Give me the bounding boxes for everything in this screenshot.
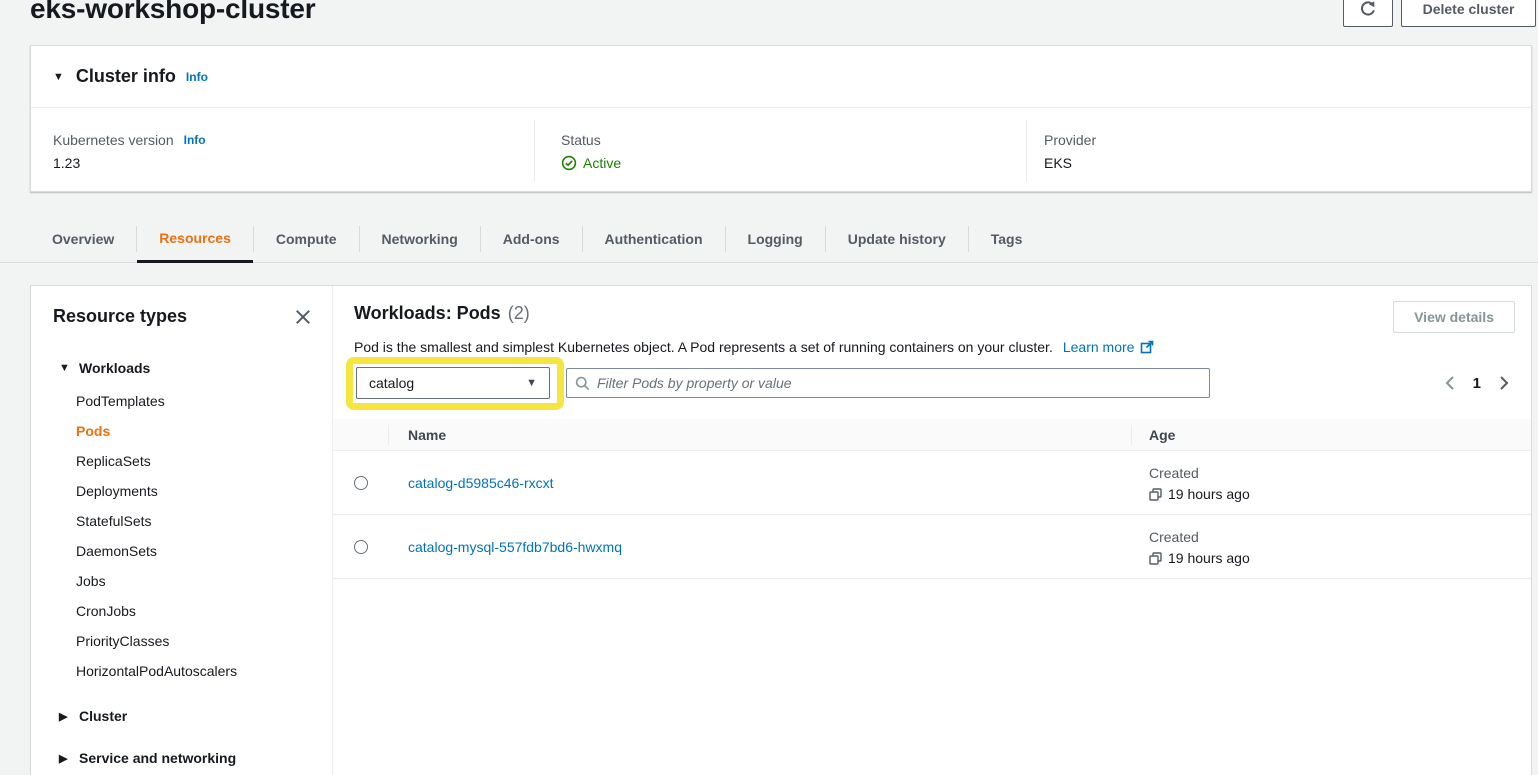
field-kubernetes-version: Kubernetes version Info 1.23 (53, 108, 206, 171)
resource-types-title: Resource types (53, 306, 187, 327)
service-networking-group-label: Service and networking (79, 750, 236, 766)
kubernetes-version-value: 1.23 (53, 155, 80, 171)
caret-right-icon: ▶ (59, 710, 71, 723)
workloads-items: PodTemplates Pods ReplicaSets Deployment… (31, 386, 332, 686)
status-active-icon (561, 155, 577, 171)
tab-tags[interactable]: Tags (969, 215, 1045, 263)
row-radio-button[interactable] (354, 476, 368, 490)
search-icon (575, 376, 590, 391)
refresh-button[interactable] (1343, 0, 1393, 27)
pods-search-box[interactable] (566, 368, 1210, 398)
field-status: Status Active (561, 108, 621, 171)
sidebar-item-replicasets[interactable]: ReplicaSets (31, 446, 332, 476)
cluster-info-title: Cluster info (76, 66, 176, 87)
column-header-age[interactable]: Age (1149, 419, 1175, 451)
table-row: catalog-mysql-557fdb7bd6-hwxmq Created 1… (333, 515, 1531, 579)
close-icon[interactable] (294, 308, 312, 326)
caret-right-icon: ▶ (59, 752, 71, 765)
pod-name-link[interactable]: catalog-d5985c46-rxcxt (408, 451, 554, 515)
current-page-number[interactable]: 1 (1473, 375, 1481, 392)
sidebar-group-workloads[interactable]: ▼ Workloads (31, 356, 332, 380)
cluster-info-panel: ▼ Cluster info Info Kubernetes version I… (30, 45, 1532, 192)
header-divider (388, 425, 389, 445)
table-header: Name Age (333, 419, 1531, 451)
pod-age-value: 19 hours ago (1168, 550, 1250, 566)
sidebar-item-daemonsets[interactable]: DaemonSets (31, 536, 332, 566)
pod-age-value: 19 hours ago (1168, 486, 1250, 502)
page-title: eks-workshop-cluster (30, 0, 315, 25)
resource-types-sidebar: Resource types ▼ Workloads PodTemplates … (31, 286, 333, 775)
workloads-group-label: Workloads (79, 360, 150, 376)
provider-value: EKS (1044, 155, 1072, 171)
tab-resources[interactable]: Resources (137, 215, 253, 263)
pods-content: Workloads: Pods (2) View details Pod is … (333, 286, 1531, 775)
column-header-name[interactable]: Name (408, 419, 446, 451)
cluster-info-info-link[interactable]: Info (186, 70, 208, 84)
sidebar-item-horizontalpodautoscalers[interactable]: HorizontalPodAutoscalers (31, 656, 332, 686)
kubernetes-version-label: Kubernetes version (53, 132, 174, 148)
tab-logging[interactable]: Logging (726, 215, 825, 263)
sidebar-group-service-networking[interactable]: ▶ Service and networking (31, 744, 332, 772)
pod-name-link[interactable]: catalog-mysql-557fdb7bd6-hwxmq (408, 515, 622, 579)
header-divider (1131, 425, 1132, 445)
pods-heading: Workloads: Pods (2) (354, 303, 530, 324)
collapse-caret-icon[interactable]: ▼ (53, 71, 64, 83)
filter-type-dropdown[interactable]: catalog ▼ (356, 367, 550, 399)
pagination: 1 (1443, 370, 1511, 396)
provider-label: Provider (1044, 132, 1096, 148)
next-page-icon[interactable] (1497, 373, 1511, 393)
pods-count: (2) (508, 303, 530, 324)
tab-compute[interactable]: Compute (254, 215, 359, 263)
cluster-info-header[interactable]: ▼ Cluster info Info (31, 46, 1531, 108)
pods-description-row: Pod is the smallest and simplest Kuberne… (354, 339, 1154, 355)
cluster-group-label: Cluster (79, 708, 127, 724)
refresh-icon (1359, 0, 1377, 18)
sidebar-item-priorityclasses[interactable]: PriorityClasses (31, 626, 332, 656)
view-details-button[interactable]: View details (1393, 301, 1515, 333)
tab-authentication[interactable]: Authentication (583, 215, 725, 263)
age-created-label: Created (1149, 465, 1250, 481)
row-radio-button[interactable] (354, 540, 368, 554)
filter-dropdown-value: catalog (369, 375, 526, 391)
pods-description: Pod is the smallest and simplest Kuberne… (354, 339, 1053, 355)
tab-add-ons[interactable]: Add-ons (481, 215, 582, 263)
eks-console-screen: eks-workshop-cluster Delete cluster ▼ Cl… (0, 0, 1538, 774)
table-row: catalog-d5985c46-rxcxt Created 19 hours … (333, 451, 1531, 515)
sidebar-group-cluster[interactable]: ▶ Cluster (31, 702, 332, 730)
column-divider (534, 120, 535, 182)
tab-update-history[interactable]: Update history (826, 215, 968, 263)
sidebar-item-statefulsets[interactable]: StatefulSets (31, 506, 332, 536)
caret-down-icon: ▼ (59, 362, 71, 374)
cluster-info-body: Kubernetes version Info 1.23 Status (31, 108, 1531, 192)
learn-more-link[interactable]: Learn more (1063, 339, 1135, 355)
sidebar-item-cronjobs[interactable]: CronJobs (31, 596, 332, 626)
status-label: Status (561, 132, 601, 148)
previous-page-icon[interactable] (1443, 373, 1457, 393)
chevron-down-icon: ▼ (526, 377, 537, 389)
column-divider (1026, 120, 1027, 182)
search-input[interactable] (597, 375, 1201, 391)
age-created-label: Created (1149, 529, 1250, 545)
pods-title: Workloads: Pods (354, 303, 501, 324)
tab-networking[interactable]: Networking (360, 215, 480, 263)
sidebar-item-podtemplates[interactable]: PodTemplates (31, 386, 332, 416)
resource-types-tree: ▼ Workloads PodTemplates Pods ReplicaSet… (31, 356, 332, 772)
tab-bar: Overview Resources Compute Networking Ad… (30, 215, 1044, 263)
copy-icon[interactable] (1149, 552, 1162, 565)
delete-cluster-button[interactable]: Delete cluster (1401, 0, 1536, 27)
copy-icon[interactable] (1149, 488, 1162, 501)
status-value: Active (583, 155, 621, 171)
resources-panel: Resource types ▼ Workloads PodTemplates … (30, 285, 1532, 775)
pod-age-cell: Created 19 hours ago (1149, 465, 1250, 502)
sidebar-item-pods[interactable]: Pods (31, 416, 332, 446)
external-link-icon[interactable] (1140, 340, 1154, 354)
field-provider: Provider EKS (1044, 108, 1096, 171)
pod-age-cell: Created 19 hours ago (1149, 529, 1250, 566)
sidebar-item-jobs[interactable]: Jobs (31, 566, 332, 596)
sidebar-item-deployments[interactable]: Deployments (31, 476, 332, 506)
tab-overview[interactable]: Overview (30, 215, 136, 263)
kubernetes-version-info-link[interactable]: Info (184, 133, 206, 147)
